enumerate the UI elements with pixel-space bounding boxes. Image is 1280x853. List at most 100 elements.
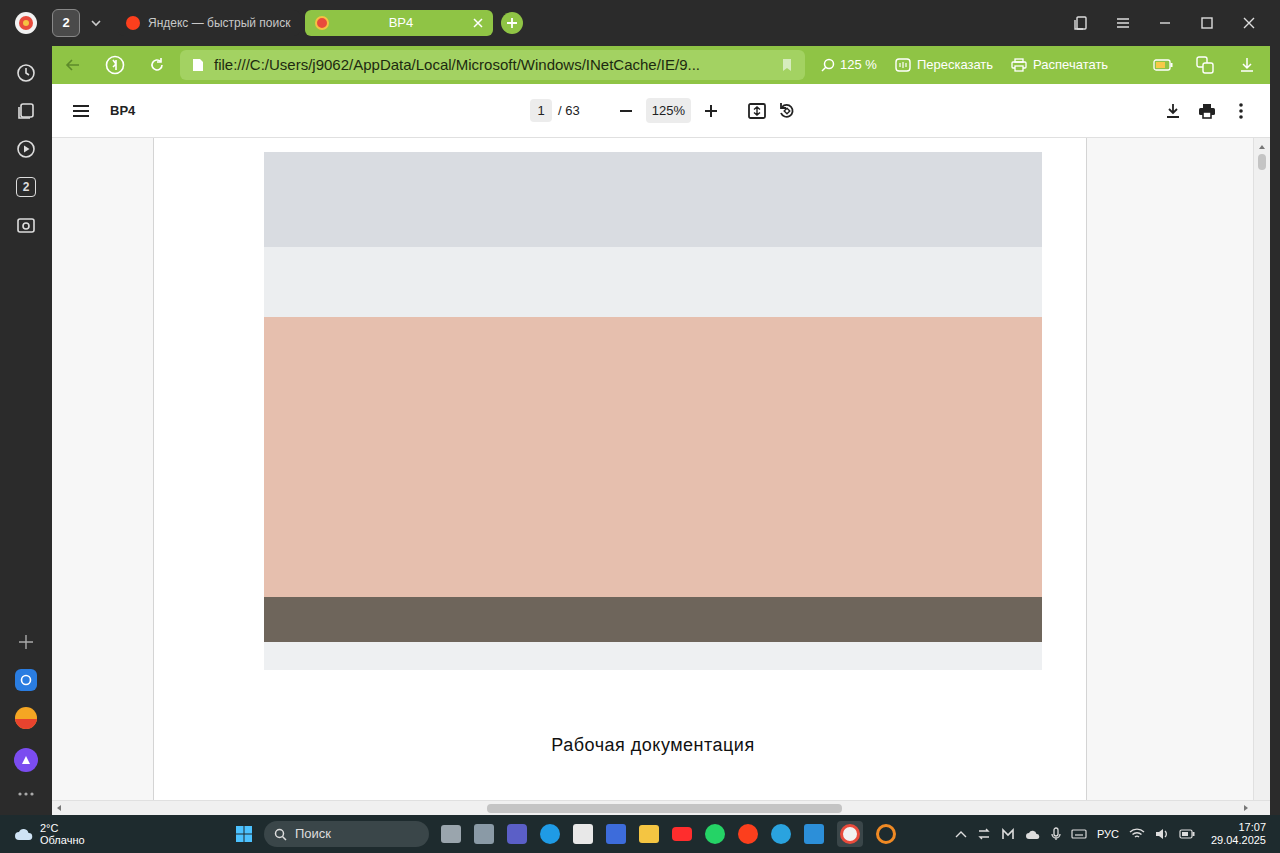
print-button[interactable]: Распечатать: [1011, 55, 1108, 75]
file-icon: [192, 58, 204, 72]
maximize-icon[interactable]: [1186, 17, 1228, 29]
system-tray: РУС 17:07 29.04.2025: [955, 821, 1280, 847]
tray-expand-icon[interactable]: [955, 830, 967, 838]
page-total: / 63: [558, 101, 580, 121]
sync-icon[interactable]: [977, 827, 991, 841]
keyboard-icon[interactable]: [1071, 828, 1087, 840]
document-title: ВР4: [110, 101, 530, 121]
hamburger-icon[interactable]: [52, 104, 110, 118]
menu-icon[interactable]: [1102, 17, 1144, 29]
bookmark-icon[interactable]: [781, 58, 793, 72]
search-box[interactable]: Поиск: [264, 821, 429, 847]
mail-icon[interactable]: [15, 661, 37, 699]
volume-icon[interactable]: [1155, 828, 1169, 840]
tab-label: Яндекс — быстрый поиск: [148, 14, 292, 32]
tab-counter[interactable]: 2: [52, 9, 80, 37]
store-icon[interactable]: [573, 824, 593, 844]
collections-icon[interactable]: [1060, 15, 1102, 31]
retell-label: Пересказать: [917, 55, 993, 75]
horizontal-scrollbar[interactable]: [52, 800, 1270, 815]
zoom-field[interactable]: 125%: [646, 98, 691, 124]
add-panel-icon[interactable]: [18, 623, 34, 661]
mail-app-icon[interactable]: [606, 824, 626, 844]
onedrive-icon[interactable]: [1025, 828, 1041, 840]
task-view-icon[interactable]: [441, 825, 461, 843]
tab-strip: Яндекс — быстрый поиск ВР4: [118, 10, 493, 36]
tab-count: 2: [62, 13, 69, 33]
microphone-icon[interactable]: [1051, 827, 1061, 841]
tab-label: ВР4: [337, 13, 465, 33]
edge-icon[interactable]: [540, 824, 560, 844]
print-label: Распечатать: [1033, 55, 1108, 75]
telegram-icon[interactable]: [771, 824, 791, 844]
zoom-icon: [821, 58, 835, 72]
windows-start-icon[interactable]: [230, 825, 258, 843]
minimize-icon[interactable]: [1144, 17, 1186, 29]
pdf-toolbar: ВР4 1 / 63 125%: [52, 84, 1270, 138]
whatsapp-icon[interactable]: [705, 824, 725, 844]
alice-icon[interactable]: [14, 737, 38, 783]
messenger-icon[interactable]: [15, 699, 37, 737]
fit-page-icon[interactable]: [745, 103, 769, 119]
zoom-in-icon[interactable]: [699, 104, 723, 118]
sidebar: 2: [0, 46, 52, 815]
zoom-value: 125%: [652, 103, 685, 118]
back-arrow-icon[interactable]: [52, 57, 94, 73]
address-bar: file:///C:/Users/j9062/AppData/Local/Mic…: [52, 46, 1270, 84]
tab-group-count: 2: [23, 181, 30, 193]
retell-button[interactable]: Пересказать: [895, 55, 993, 75]
yandex-browser-icon[interactable]: [837, 821, 863, 847]
downloads-icon[interactable]: [1226, 57, 1268, 73]
weather-widget[interactable]: 2°C Облачно: [0, 822, 230, 846]
taskbar-apps: [441, 821, 896, 847]
print-icon[interactable]: [1190, 103, 1224, 119]
zoom-out-icon[interactable]: [614, 104, 638, 118]
battery-tray-icon[interactable]: [1179, 829, 1195, 839]
clock[interactable]: 17:07 29.04.2025: [1211, 821, 1266, 847]
more-options-icon[interactable]: [1224, 103, 1258, 119]
yandex-icon[interactable]: [94, 55, 136, 75]
url-field[interactable]: file:///C:/Users/j9062/AppData/Local/Mic…: [180, 50, 805, 80]
youtube-icon[interactable]: [672, 827, 692, 841]
tab-group-button[interactable]: 2: [16, 168, 36, 206]
wifi-icon[interactable]: [1129, 828, 1145, 840]
taskbar: 2°C Облачно Поиск: [0, 815, 1280, 853]
teams-icon[interactable]: [507, 824, 527, 844]
date: 29.04.2025: [1211, 834, 1266, 847]
yandex-app-icon[interactable]: [738, 824, 758, 844]
reload-icon[interactable]: [136, 57, 178, 73]
more-icon[interactable]: [18, 783, 34, 805]
cloud-icon: [14, 827, 34, 841]
browser-tab[interactable]: ВР4: [305, 10, 493, 36]
photo: [264, 152, 1042, 670]
browser-tab[interactable]: Яндекс — быстрый поиск: [118, 10, 300, 36]
tabs-dropdown-icon[interactable]: [80, 16, 112, 30]
document-area: Рабочая документация: [52, 138, 1253, 800]
download-icon[interactable]: [1156, 103, 1190, 119]
zoom-button[interactable]: 125 %: [821, 55, 877, 75]
close-tab-icon[interactable]: [473, 18, 483, 28]
translate-icon[interactable]: [1184, 56, 1226, 74]
new-tab-icon[interactable]: [501, 12, 523, 34]
app-tray-icon[interactable]: [1001, 827, 1015, 841]
calendar-app-icon[interactable]: [804, 824, 824, 844]
browser-logo-icon[interactable]: [0, 11, 52, 35]
battery-icon[interactable]: [1142, 59, 1184, 71]
calculator-icon[interactable]: [474, 824, 494, 844]
caption: Рабочая документация: [551, 732, 754, 759]
page-input[interactable]: 1: [530, 99, 552, 123]
close-window-icon[interactable]: [1228, 17, 1270, 29]
vertical-scrollbar[interactable]: [1253, 138, 1270, 800]
printer-icon: [1011, 58, 1027, 72]
rotate-icon[interactable]: [775, 102, 799, 120]
screenshot-icon[interactable]: [16, 206, 36, 244]
music-app-icon[interactable]: [876, 824, 896, 844]
tab-bar: 2 Яндекс — быстрый поиск ВР4: [0, 0, 1280, 46]
history-icon[interactable]: [16, 54, 36, 92]
pdf-page: Рабочая документация: [153, 138, 1087, 800]
tabs-panel-icon[interactable]: [16, 92, 36, 130]
video-icon[interactable]: [16, 130, 36, 168]
page-number: 1: [537, 103, 544, 118]
explorer-icon[interactable]: [639, 825, 659, 843]
language[interactable]: РУС: [1097, 826, 1119, 843]
